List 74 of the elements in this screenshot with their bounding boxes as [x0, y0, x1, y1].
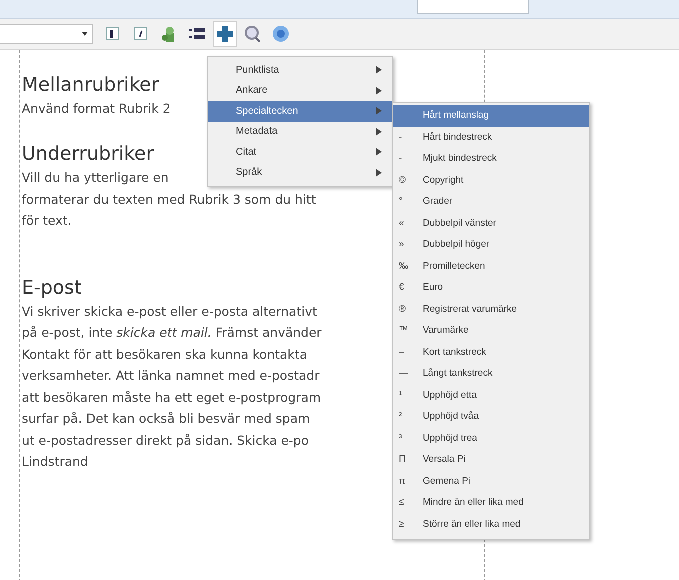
menu-item[interactable]: Hårt mellanslag — [393, 105, 589, 126]
symbol-text: Π — [399, 454, 406, 466]
symbol-text: — — [399, 368, 408, 380]
list-icon — [189, 28, 205, 40]
menu-item[interactable]: Specialtecken — [208, 101, 392, 122]
symbol-text: π — [399, 476, 406, 487]
symbol-text: ® — [399, 304, 406, 315]
submenu-arrow-icon — [376, 128, 382, 136]
menu-item[interactable]: – Kort tankstreck — [393, 342, 589, 363]
paragraph-line: att besökaren måste ha ett eget e-postprogram — [22, 388, 322, 407]
menu-item[interactable]: © Copyright — [393, 170, 589, 191]
symbol-text: ¹ — [399, 390, 402, 401]
menu-item[interactable]: ≥ Större än eller lika med — [393, 514, 589, 535]
symbol-text: ³ — [399, 432, 402, 444]
symbol-text: - — [399, 132, 402, 143]
paragraph-line: Använd format Rubrik 2 — [22, 100, 171, 118]
search-field[interactable] — [417, 0, 529, 14]
symbol-text: ² — [399, 411, 402, 422]
symbol-text: ≤ — [399, 497, 404, 508]
symbol-text: € — [399, 282, 404, 294]
menu-item[interactable]: « Dubbelpil vänster — [393, 212, 589, 234]
plant-icon — [161, 25, 177, 43]
heading: E-post — [22, 276, 82, 300]
submenu-arrow-icon — [376, 107, 382, 116]
menu-item[interactable]: Metadata — [208, 122, 392, 142]
heading: Underrubriker — [22, 142, 154, 167]
heading: Mellanrubriker — [22, 73, 160, 98]
paragraph-line: Vill du ha ytterligare en — [22, 169, 169, 187]
menu-item[interactable]: » Dubbelpil höger — [393, 234, 589, 256]
puzzle-icon — [216, 25, 234, 43]
menu-item[interactable]: ° Grader — [393, 191, 589, 212]
submenu-arrow-icon — [376, 86, 382, 95]
menu-item[interactable]: ² Upphöjd tvåa — [393, 406, 589, 428]
submenu-arrow-icon — [376, 168, 382, 177]
symbol-text: » — [399, 239, 404, 250]
symbol-text: © — [399, 174, 406, 186]
menu-item[interactable]: € Euro — [393, 277, 589, 298]
paragraph-line: formaterar du texten med Rubrik 3 som du hitt — [22, 190, 316, 208]
paragraph-line: surfar på. Det kan också bli besvär med spam — [22, 410, 310, 428]
caret-icon — [82, 32, 88, 36]
menu-item[interactable]: ≤ Mindre än eller lika med — [393, 492, 589, 514]
menu-item[interactable]: — Långt tankstreck — [393, 363, 589, 384]
symbol-text: ™ — [399, 325, 408, 336]
menu-item[interactable]: ® Registrerat varumärke — [393, 298, 589, 320]
symbol-text: ≥ — [399, 518, 404, 530]
menu-item[interactable]: π Gemena Pi — [393, 470, 589, 492]
paragraph-line: Lindstrand — [22, 453, 88, 471]
paragraph-line: på e-post, inte skicka ett mail. Främst använder — [22, 324, 322, 342]
symbol-text: – — [399, 346, 404, 358]
paragraph-line: Kontakt för att besökaren ska kunna kontakta — [22, 346, 308, 364]
symbol-text: « — [399, 218, 404, 229]
menu-item[interactable]: ³ Upphöjd trea — [393, 428, 589, 449]
zoom-icon — [244, 25, 262, 43]
paragraph-line: verksamheter. Att länka namnet med e-postadr — [22, 367, 320, 385]
menu-item[interactable]: Punktlista — [208, 60, 392, 80]
symbol-text: - — [399, 153, 402, 164]
menu-item[interactable]: ‰ Promilletecken — [393, 256, 589, 277]
paragraph-line: för text. — [22, 212, 72, 230]
text-format-icon — [134, 27, 148, 41]
menu-item[interactable]: Språk — [208, 162, 392, 183]
menu-item[interactable]: ™ Varumärke — [393, 320, 589, 342]
paragraph-line: ut e-postadresser direkt på sidan. Skicka e-po — [22, 432, 310, 450]
menu-item[interactable]: ¹ Upphöjd etta — [393, 384, 589, 406]
menu-item[interactable]: - Mjukt bindestreck — [393, 148, 589, 170]
menu-item[interactable]: Citat — [208, 142, 392, 162]
menu-item[interactable]: Ankare — [208, 80, 392, 101]
symbol-text: ‰ — [399, 260, 408, 272]
submenu-arrow-icon — [376, 148, 382, 156]
submenu-arrow-icon — [376, 66, 382, 74]
menu-item[interactable]: - Hårt bindestreck — [393, 126, 589, 148]
symbol-text: ° — [399, 196, 403, 208]
text-format-icon — [106, 27, 120, 41]
menu-item[interactable]: Π Versala Pi — [393, 449, 589, 470]
paragraph-line: Vi skriver skicka e-post eller e-posta alternativt — [22, 302, 318, 321]
